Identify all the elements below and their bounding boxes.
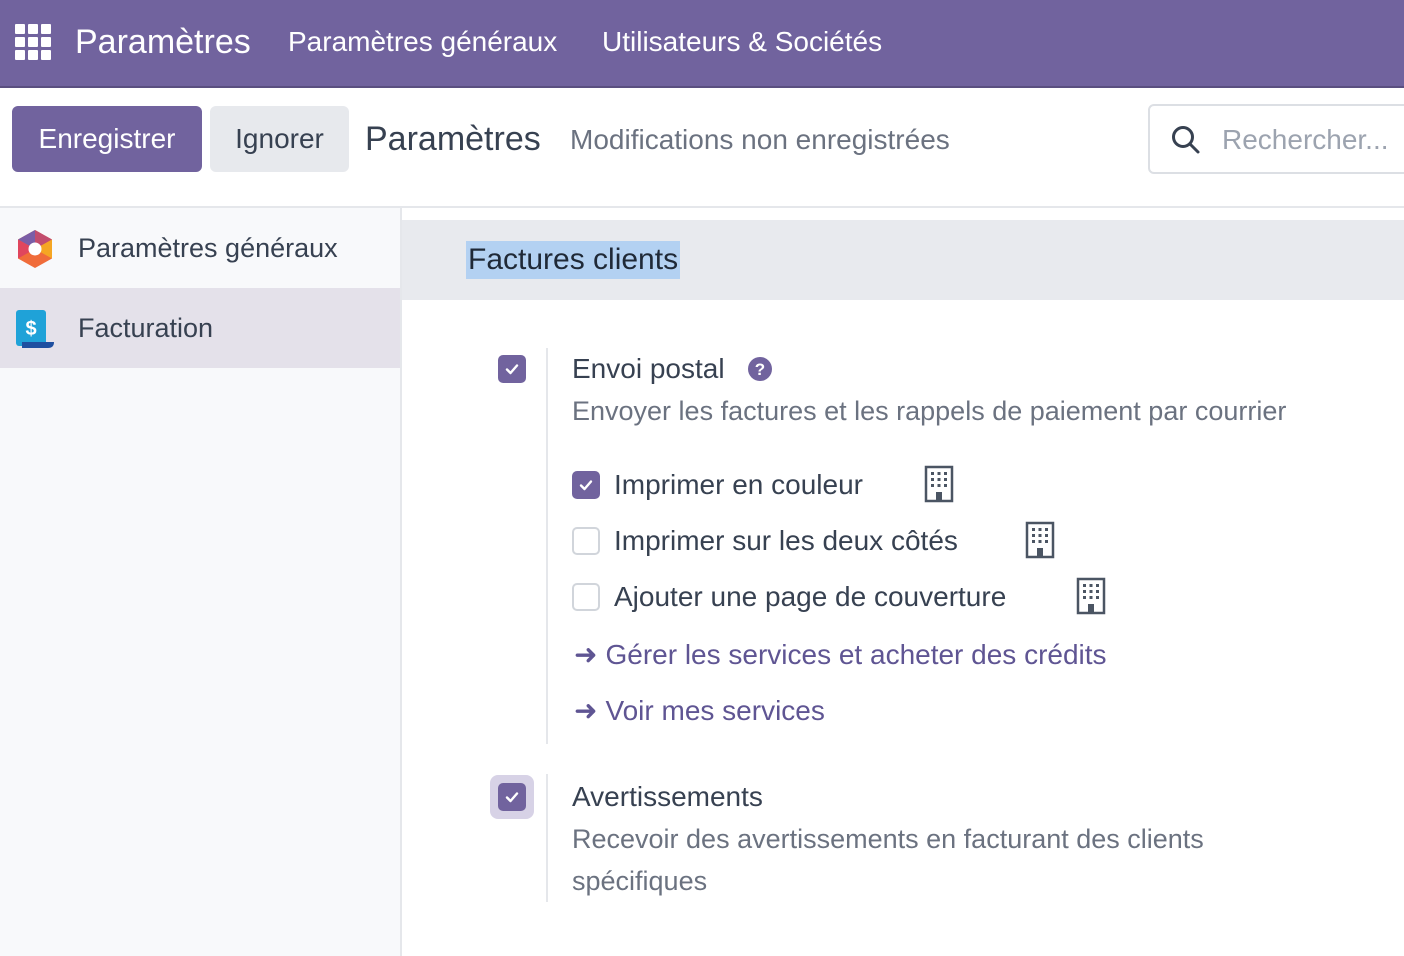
sidebar-item-invoicing[interactable]: $ Facturation (0, 288, 400, 368)
save-button[interactable]: Enregistrer (12, 106, 202, 172)
settings-sidebar: Paramètres généraux $ Facturation (0, 208, 402, 956)
cover-page-checkbox[interactable] (572, 583, 600, 611)
search-box[interactable] (1148, 104, 1404, 174)
section-header: Factures clients (402, 220, 1404, 300)
company-building-icon (1076, 577, 1106, 615)
unsaved-changes-indicator: Modifications non enregistrées (570, 124, 950, 155)
discard-button[interactable]: Ignorer (210, 106, 349, 172)
top-navbar: Paramètres Paramètres généraux Utilisate… (0, 0, 1404, 88)
sidebar-item-label: Facturation (78, 313, 214, 343)
setting-divider (546, 348, 548, 744)
option-label-print-color[interactable]: Imprimer en couleur (614, 467, 863, 503)
page-title: Paramètres (365, 120, 541, 158)
control-panel: Enregistrer Ignorer Paramètres Modificat… (0, 88, 1404, 208)
warnings-checkbox[interactable] (498, 783, 526, 811)
section-title: Factures clients (466, 241, 681, 279)
navbar-brand[interactable]: Paramètres (75, 20, 251, 64)
arrow-right-icon: ➜ (574, 639, 598, 670)
search-input[interactable] (1222, 118, 1404, 162)
option-label-cover-page[interactable]: Ajouter une page de couverture (614, 579, 1006, 615)
company-building-icon (924, 465, 954, 503)
invoicing-app-icon: $ (14, 308, 56, 350)
navbar-link-users-companies[interactable]: Utilisateurs & Sociétés (602, 24, 882, 60)
grid-apps-icon[interactable] (15, 24, 51, 60)
setting-title-postal: Envoi postal (572, 353, 725, 384)
option-label-print-both-sides[interactable]: Imprimer sur les deux côtés (614, 523, 958, 559)
setting-description-postal: Envoyer les factures et les rappels de p… (572, 396, 1287, 426)
sidebar-item-label: Paramètres généraux (78, 233, 338, 263)
arrow-right-icon: ➜ (574, 695, 598, 726)
setting-description-warnings-line2: spécifiques (572, 866, 708, 896)
help-icon[interactable]: ? (748, 357, 772, 381)
setting-title-warnings: Avertissements (572, 781, 763, 812)
setting-divider (546, 774, 548, 902)
settings-main: Factures clients Envoi postal ? Envoyer … (402, 208, 1404, 956)
setting-description-warnings-line1: Recevoir des avertissements en facturant… (572, 824, 1204, 854)
svg-text:?: ? (755, 360, 765, 379)
manage-services-link[interactable]: ➜ Gérer les services et acheter des crédi… (574, 637, 1107, 673)
svg-text:$: $ (25, 318, 36, 340)
navbar-link-general-settings[interactable]: Paramètres généraux (288, 24, 557, 60)
postal-send-checkbox[interactable] (498, 355, 526, 383)
print-both-sides-checkbox[interactable] (572, 527, 600, 555)
sidebar-item-general-settings[interactable]: Paramètres généraux (0, 208, 400, 288)
company-building-icon (1025, 521, 1055, 559)
search-icon (1170, 124, 1202, 156)
print-color-checkbox[interactable] (572, 471, 600, 499)
settings-app-icon (14, 228, 56, 270)
view-services-link[interactable]: ➜ Voir mes services (574, 693, 825, 729)
